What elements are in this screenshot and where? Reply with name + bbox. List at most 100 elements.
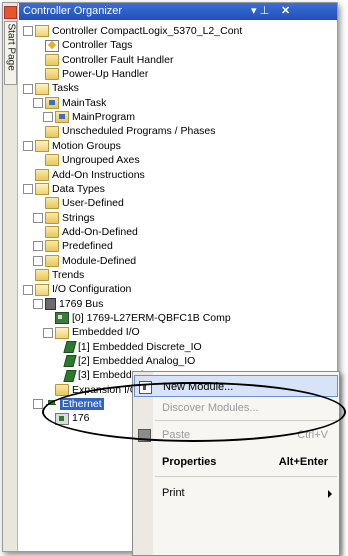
collapse-icon[interactable] <box>33 298 43 309</box>
tree-item-label: Data Types <box>52 182 105 195</box>
tree-item-label: [2] Embedded Analog_IO <box>78 355 196 368</box>
expand-icon[interactable] <box>43 112 53 123</box>
controller-organizer-window: Start Page Controller Organizer ▾ ⊥ ✕ Co… <box>2 2 340 556</box>
tree-item[interactable]: Module-Defined <box>33 254 136 268</box>
folder-icon <box>45 254 59 267</box>
tree-item[interactable]: Add-On Instructions <box>23 168 145 182</box>
tree-item[interactable]: [2] Embedded Analog_IO <box>53 354 195 368</box>
menu-item-print[interactable]: Print <box>134 482 338 504</box>
tree-item[interactable]: Embedded I/O <box>43 325 140 339</box>
expand-icon[interactable] <box>33 212 43 223</box>
tree-item-label: Power-Up Handler <box>62 68 149 81</box>
start-page-tab-label: Start Page <box>5 23 17 71</box>
tree-item[interactable]: MainProgram <box>43 110 135 124</box>
tree-item[interactable]: Controller Fault Handler <box>33 53 173 67</box>
tree-item-label: 1769 Bus <box>59 297 104 310</box>
folder-icon <box>35 168 49 181</box>
tree-item[interactable]: [0] 1769-L27ERM-QBFC1B Comp <box>43 311 231 325</box>
tree-item[interactable]: MainTask <box>33 96 106 110</box>
folder-icon <box>35 269 49 282</box>
collapse-icon[interactable] <box>23 141 33 152</box>
tree-item[interactable]: I/O Configuration <box>23 282 131 296</box>
tree-item[interactable]: Controller Tags <box>33 38 132 52</box>
folder-icon <box>45 154 59 167</box>
expand-icon[interactable] <box>33 241 43 252</box>
tree-item[interactable]: Predefined <box>33 239 113 253</box>
tree-item-label: Add-On-Defined <box>62 225 138 238</box>
menu-item-properties[interactable]: Properties Alt+Enter <box>134 451 338 473</box>
collapse-icon[interactable] <box>33 399 43 410</box>
expand-icon[interactable] <box>33 255 43 266</box>
folder-icon <box>45 226 59 239</box>
panel-title: Controller Organizer <box>23 5 123 17</box>
tree-item[interactable]: Ungrouped Axes <box>33 153 140 167</box>
tree-item-label: Embedded I/O <box>72 326 140 339</box>
tree-item[interactable]: Motion Groups <box>23 139 121 153</box>
tree-item[interactable]: Add-On-Defined <box>33 225 138 239</box>
prog-icon <box>55 111 69 124</box>
folder-open-icon <box>35 283 49 296</box>
menu-item-label: Print <box>162 487 185 499</box>
collapse-icon[interactable] <box>23 184 33 195</box>
collapse-icon[interactable] <box>23 83 33 94</box>
tree-item-label: MainTask <box>62 96 107 109</box>
bus-icon <box>45 297 56 310</box>
folder-icon <box>45 211 59 224</box>
folder-icon <box>55 383 69 396</box>
app-icon[interactable] <box>4 6 17 19</box>
prog-icon <box>45 96 59 109</box>
panel-title-bar: Controller Organizer ▾ ⊥ ✕ <box>19 3 337 20</box>
pin-dropdown-icon[interactable]: ▾ ⊥ <box>251 4 269 17</box>
tree-item[interactable]: 1769 Bus <box>33 297 103 311</box>
tree-item[interactable]: Controller CompactLogix_5370_L2_Cont <box>23 24 242 38</box>
tree-item-label: Strings <box>62 211 95 224</box>
tree-item-label: MainProgram <box>72 111 136 124</box>
tree-item[interactable]: User-Defined <box>33 196 124 210</box>
folder-icon <box>45 68 59 81</box>
tree-item[interactable]: Unscheduled Programs / Phases <box>33 124 216 138</box>
tree-item[interactable]: Tasks <box>23 81 79 95</box>
folder-open-icon <box>35 82 49 95</box>
submenu-arrow-icon <box>328 490 332 498</box>
tree-item[interactable]: [1] Embedded Discrete_IO <box>53 340 202 354</box>
tree-item[interactable]: Power-Up Handler <box>33 67 148 81</box>
tree-item-label: Module-Defined <box>62 254 137 267</box>
chip-icon <box>63 355 77 368</box>
folder-icon <box>45 125 59 138</box>
tree-item-label: [0] 1769-L27ERM-QBFC1B Comp <box>72 312 231 324</box>
chip-icon <box>63 369 77 382</box>
folder-open-icon <box>35 183 49 196</box>
tree-item-label: I/O Configuration <box>52 283 132 296</box>
tree-item-label: User-Defined <box>62 197 124 210</box>
module-icon <box>55 312 69 325</box>
tree-item[interactable]: Strings <box>33 211 95 225</box>
highlight-ellipse <box>42 382 346 442</box>
tree-item[interactable]: Trends <box>23 268 84 282</box>
folder-open-icon <box>35 140 49 153</box>
tree-item-label: Motion Groups <box>52 139 121 152</box>
tree-item[interactable]: Data Types <box>23 182 105 196</box>
tree-item-label: [1] Embedded Discrete_IO <box>78 340 202 353</box>
tree-item-label: Controller Tags <box>62 39 133 52</box>
side-tab-strip: Start Page <box>3 3 18 551</box>
folder-icon <box>45 197 59 210</box>
start-page-tab[interactable]: Start Page <box>4 21 17 85</box>
collapse-icon[interactable] <box>23 284 33 295</box>
tree-item-label: Controller CompactLogix_5370_L2_Cont <box>52 25 243 37</box>
tree-item-label: Add-On Instructions <box>52 168 145 181</box>
folder-icon <box>45 53 59 66</box>
collapse-icon[interactable] <box>43 327 53 338</box>
collapse-icon[interactable] <box>23 26 33 37</box>
menu-separator <box>155 476 337 477</box>
tree-item-label: Tasks <box>52 82 79 95</box>
folder-open-icon <box>55 326 69 339</box>
chip-icon <box>63 340 77 353</box>
tree-item-label: Trends <box>52 268 85 281</box>
folder-icon <box>45 240 59 253</box>
menu-item-shortcut: Alt+Enter <box>278 456 328 468</box>
menu-item-label: Properties <box>162 456 217 468</box>
tree-item-label: Ungrouped Axes <box>62 154 140 167</box>
tree-item-label: Controller Fault Handler <box>62 53 174 66</box>
collapse-icon[interactable] <box>33 97 43 108</box>
close-icon[interactable]: ✕ <box>281 4 290 17</box>
